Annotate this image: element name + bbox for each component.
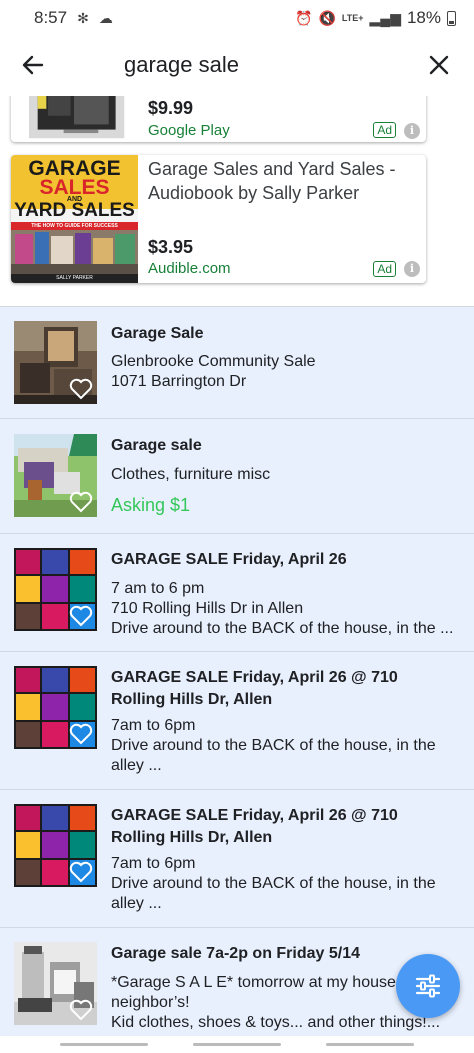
filter-button[interactable] (396, 954, 460, 1018)
listing-title: GARAGE SALE Friday, April 26 @ 710 Rolli… (111, 807, 398, 846)
listing-thumbnail (14, 666, 97, 749)
listing-title: Garage Sale (111, 325, 204, 342)
heart-icon[interactable] (69, 378, 93, 400)
cover-title-line2: SALES (39, 176, 110, 199)
listing-thumbnail (14, 804, 97, 887)
list-item[interactable]: GARAGE SALE Friday, April 26 7 am to 6 p… (0, 534, 474, 652)
listings-list: Garage Sale Glenbrooke Community Sale 10… (0, 306, 474, 1053)
info-icon[interactable]: i (404, 261, 420, 277)
list-item[interactable]: GARAGE SALE Friday, April 26 @ 710 Rolli… (0, 790, 474, 928)
ad-thumbnail: GARAGE SALES AND YARD SALES THE HOW TO G… (11, 155, 138, 283)
ad-price: $3.95 (148, 237, 194, 257)
alarm-icon: ⏰ (295, 9, 313, 26)
info-icon[interactable]: i (404, 123, 420, 139)
heart-icon[interactable] (69, 999, 93, 1021)
heart-icon[interactable] (69, 723, 93, 745)
listing-title: Garage sale 7a-2p on Friday 5/14 (111, 945, 361, 962)
listing-description-line: 7am to 6pm (111, 717, 196, 734)
nav-handle[interactable] (60, 1043, 148, 1046)
nav-handle[interactable] (326, 1043, 414, 1046)
status-time: 8:57 (34, 8, 68, 27)
ad-card[interactable]: $9.99 Google Play Ad i (11, 96, 426, 142)
cloud-icon: ☁ (98, 9, 113, 26)
ad-source[interactable]: Google Play (148, 122, 230, 139)
listing-description-line: Drive around to the BACK of the house, i… (111, 875, 436, 912)
ad-source[interactable]: Audible.com (148, 260, 231, 277)
list-item[interactable]: GARAGE SALE Friday, April 26 @ 710 Rolli… (0, 652, 474, 790)
listing-title: Garage sale (111, 437, 202, 454)
listing-description-line: 710 Rolling Hills Dr in Allen (111, 600, 304, 617)
battery-icon (447, 10, 456, 26)
cover-title-line4: YARD SALES (14, 200, 135, 221)
sponsored-ads: $9.99 Google Play Ad i GARAGE SALES AND … (0, 96, 474, 306)
arrow-left-icon (22, 55, 44, 75)
listing-description-line: Glenbrooke Community Sale (111, 353, 316, 370)
listing-description-line: 1071 Barrington Dr (111, 373, 247, 390)
ad-thumbnail (29, 96, 125, 139)
heart-icon[interactable] (69, 491, 93, 513)
back-button[interactable] (18, 50, 48, 80)
search-header: garage sale (0, 36, 474, 96)
listing-description-line: Clothes, furniture misc (111, 466, 271, 483)
listing-description-line: Drive around to the BACK of the house, i… (111, 620, 454, 637)
ad-card[interactable]: GARAGE SALES AND YARD SALES THE HOW TO G… (11, 155, 426, 283)
list-item[interactable]: Garage Sale Glenbrooke Community Sale 10… (0, 307, 474, 419)
system-nav-bar (0, 1036, 474, 1053)
clear-search-button[interactable] (424, 50, 454, 80)
listing-thumbnail (14, 434, 97, 517)
listing-description-line: Drive around to the BACK of the house, i… (111, 737, 436, 774)
listing-thumbnail (14, 942, 97, 1025)
ad-title[interactable]: Garage Sales and Yard Sales - Audiobook … (148, 157, 406, 205)
listing-title: GARAGE SALE Friday, April 26 (111, 551, 347, 568)
heart-icon[interactable] (69, 605, 93, 627)
list-item[interactable]: Garage sale Clothes, furniture misc Aski… (0, 419, 474, 534)
signal-icon: ▂▄▆ (369, 9, 401, 26)
listing-title: GARAGE SALE Friday, April 26 @ 710 Rolli… (111, 669, 398, 708)
mute-icon: 🔇 (318, 9, 336, 26)
cover-photo (11, 230, 138, 274)
status-bar: 8:57 ✻ ☁ ⏰ 🔇 LTE+ ▂▄▆ 18% (0, 0, 474, 36)
network-type: LTE+ (341, 13, 364, 23)
close-icon (429, 55, 449, 75)
listing-thumbnail (14, 548, 97, 631)
listing-description-line: 7am to 6pm (111, 855, 196, 872)
listing-price: Asking $1 (111, 495, 191, 515)
filter-sliders-icon (415, 974, 441, 998)
battery-percent: 18% (406, 8, 441, 27)
nav-handle[interactable] (193, 1043, 281, 1046)
listing-description-line: 7 am to 6 pm (111, 580, 205, 597)
ad-badge: Ad (373, 122, 396, 138)
ad-price: $9.99 (148, 98, 194, 118)
listing-description-line: Kid clothes, shoes & toys... and other t… (111, 1014, 441, 1031)
slack-icon: ✻ (77, 9, 89, 26)
heart-icon[interactable] (69, 861, 93, 883)
listing-thumbnail (14, 321, 97, 404)
ad-badge: Ad (373, 261, 396, 277)
search-query[interactable]: garage sale (124, 52, 239, 78)
cover-author: SALLY PARKER (11, 274, 138, 283)
cover-subtitle: THE HOW TO GUIDE FOR SUCCESS (31, 223, 118, 229)
